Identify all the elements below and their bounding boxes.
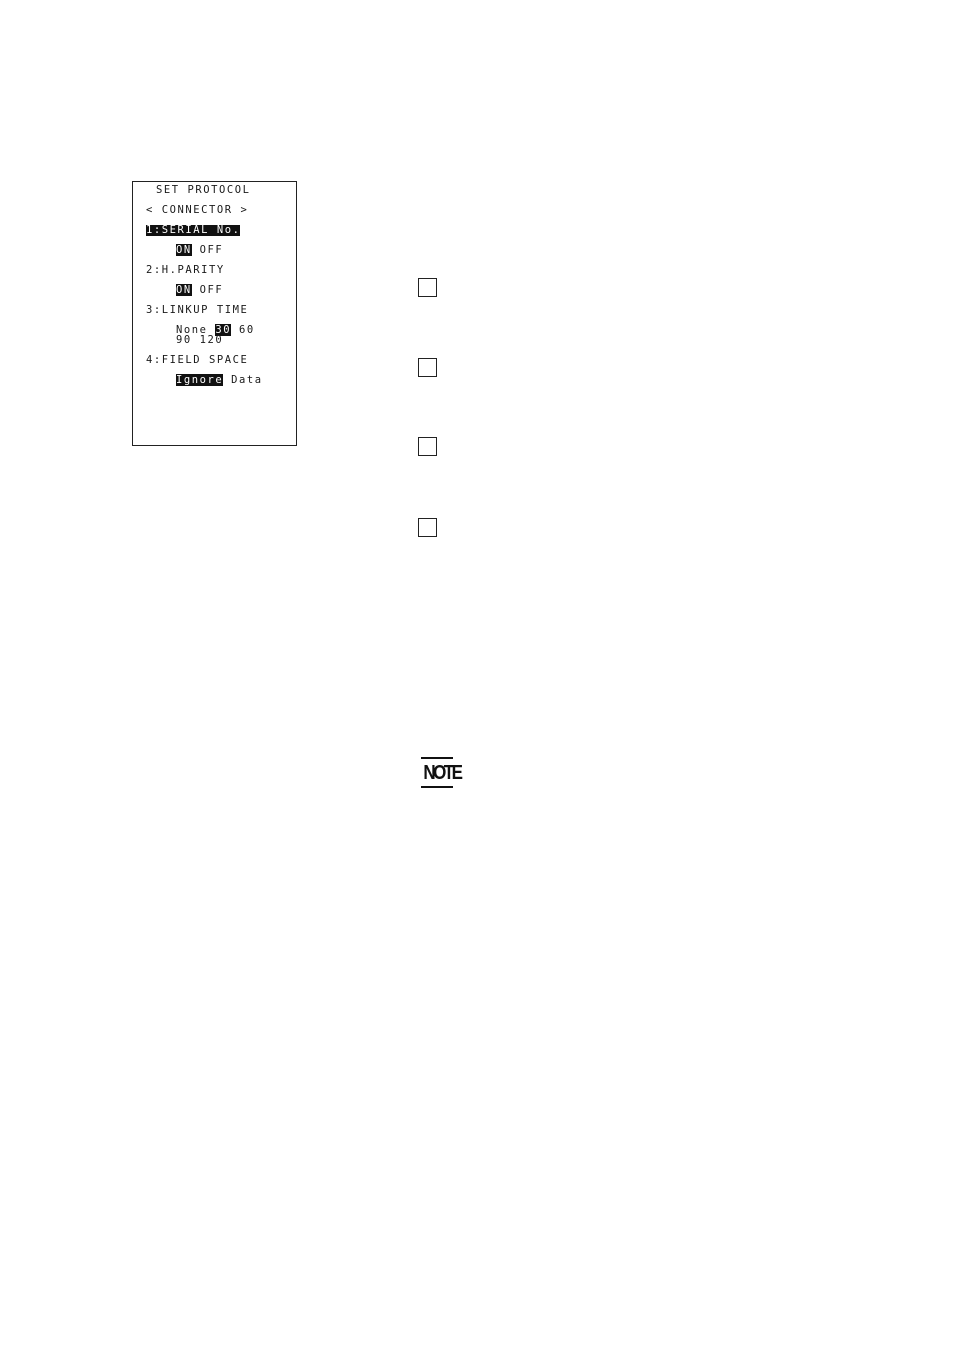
option-parity-on[interactable]: ON	[176, 284, 192, 296]
setting-label-serial-no[interactable]: 1:SERIAL No.	[146, 225, 241, 236]
lcd-subtitle: < CONNECTOR >	[146, 204, 249, 216]
step-checkbox-3[interactable]	[418, 437, 437, 456]
option-serial-off[interactable]: OFF	[200, 244, 224, 256]
note-label: NOTE	[423, 762, 463, 784]
setting-label-field-space[interactable]: 4:FIELD SPACE	[146, 355, 248, 366]
setting-label-h-parity[interactable]: 2:H.PARITY	[146, 265, 225, 276]
step-checkbox-2[interactable]	[418, 358, 437, 377]
option-field-data[interactable]: Data	[231, 374, 263, 386]
lcd-title: SET PROTOCOL	[156, 184, 251, 196]
option-linkup-60[interactable]: 60	[239, 324, 255, 336]
option-field-ignore[interactable]: Ignore	[176, 374, 224, 386]
option-linkup-90[interactable]: 90	[176, 334, 192, 346]
setting-label-linkup-time[interactable]: 3:LINKUP TIME	[146, 305, 248, 316]
option-serial-on[interactable]: ON	[176, 244, 192, 256]
note-top-rule	[421, 757, 453, 759]
option-row-serial-no: ON OFF	[176, 244, 224, 256]
note-icon: NOTE	[421, 757, 463, 789]
step-checkbox-1[interactable]	[418, 278, 437, 297]
option-row-h-parity: ON OFF	[176, 284, 224, 296]
option-row-field-space: Ignore Data	[176, 374, 263, 386]
option-linkup-120[interactable]: 120	[200, 334, 224, 346]
option-row-linkup-2: 90 120	[176, 335, 223, 346]
option-parity-off[interactable]: OFF	[200, 284, 224, 296]
step-checkbox-4[interactable]	[418, 518, 437, 537]
lcd-screen: SET PROTOCOL < CONNECTOR > 1:SERIAL No. …	[132, 181, 297, 446]
note-bottom-rule	[421, 786, 453, 788]
